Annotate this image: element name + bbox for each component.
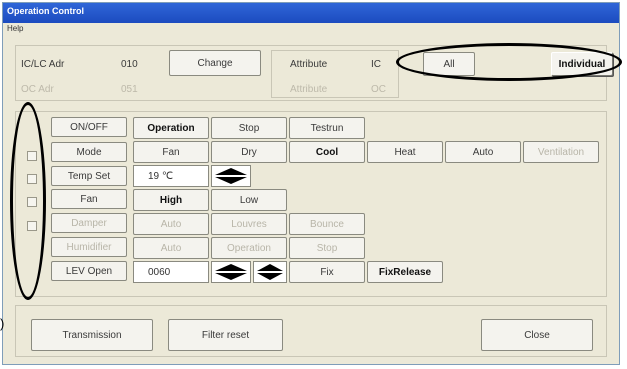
damper-label: Damper xyxy=(51,213,127,233)
oc-address-value: 051 xyxy=(121,83,138,95)
humidifier-label: Humidifier xyxy=(51,237,127,257)
fan-low-button[interactable]: Low xyxy=(211,189,287,211)
lev-open-label: LEV Open xyxy=(51,261,127,281)
fan-label: Fan xyxy=(51,189,127,209)
lev-updown-fine-icon[interactable] xyxy=(253,261,287,283)
lev-open-field[interactable]: 0060 xyxy=(133,261,209,283)
damper-auto-button[interactable]: Auto xyxy=(133,213,209,235)
annotation-ellipse-left xyxy=(10,102,46,300)
oc-address-label: OC Adr xyxy=(21,83,54,95)
menu-bar: Help xyxy=(3,23,619,37)
mode-ventilation-button[interactable]: Ventilation xyxy=(523,141,599,163)
humidifier-operation-button[interactable]: Operation xyxy=(211,237,287,259)
fix-button[interactable]: Fix xyxy=(289,261,365,283)
attribute-label: Attribute xyxy=(290,58,328,70)
ic-address-value: 010 xyxy=(121,58,138,70)
humidifier-auto-button[interactable]: Auto xyxy=(133,237,209,259)
title-bar: Operation Control xyxy=(3,3,619,23)
humidifier-stop-button[interactable]: Stop xyxy=(289,237,365,259)
attribute-value: IC xyxy=(371,58,381,70)
fixrelease-button[interactable]: FixRelease xyxy=(367,261,443,283)
temp-updown-icon[interactable] xyxy=(211,165,251,187)
damper-louvres-button[interactable]: Louvres xyxy=(211,213,287,235)
transmission-button[interactable]: Transmission xyxy=(31,319,153,351)
stop-button[interactable]: Stop xyxy=(211,117,287,139)
filter-reset-button[interactable]: Filter reset xyxy=(168,319,283,351)
close-button[interactable]: Close xyxy=(481,319,593,351)
menu-help[interactable]: Help xyxy=(7,24,23,33)
lev-updown-icon[interactable] xyxy=(211,261,251,283)
mode-heat-button[interactable]: Heat xyxy=(367,141,443,163)
onoff-label: ON/OFF xyxy=(51,117,127,137)
mode-cool-button[interactable]: Cool xyxy=(289,141,365,163)
attribute-2-value: OC xyxy=(371,83,386,95)
testrun-button[interactable]: Testrun xyxy=(289,117,365,139)
mode-fan-button[interactable]: Fan xyxy=(133,141,209,163)
fan-high-button[interactable]: High xyxy=(133,189,209,211)
temp-set-field[interactable]: 19 ℃ xyxy=(133,165,209,187)
mode-dry-button[interactable]: Dry xyxy=(211,141,287,163)
left-margin-mark: ) xyxy=(0,316,5,331)
attribute-2-label: Attribute xyxy=(290,83,328,95)
damper-bounce-button[interactable]: Bounce xyxy=(289,213,365,235)
mode-label: Mode xyxy=(51,142,127,162)
mode-auto-button[interactable]: Auto xyxy=(445,141,521,163)
ic-address-label: IC/LC Adr xyxy=(21,58,65,70)
temp-set-label: Temp Set xyxy=(51,166,127,186)
change-button[interactable]: Change xyxy=(169,50,261,76)
operation-button[interactable]: Operation xyxy=(133,117,209,139)
annotation-ellipse-top xyxy=(396,43,622,81)
